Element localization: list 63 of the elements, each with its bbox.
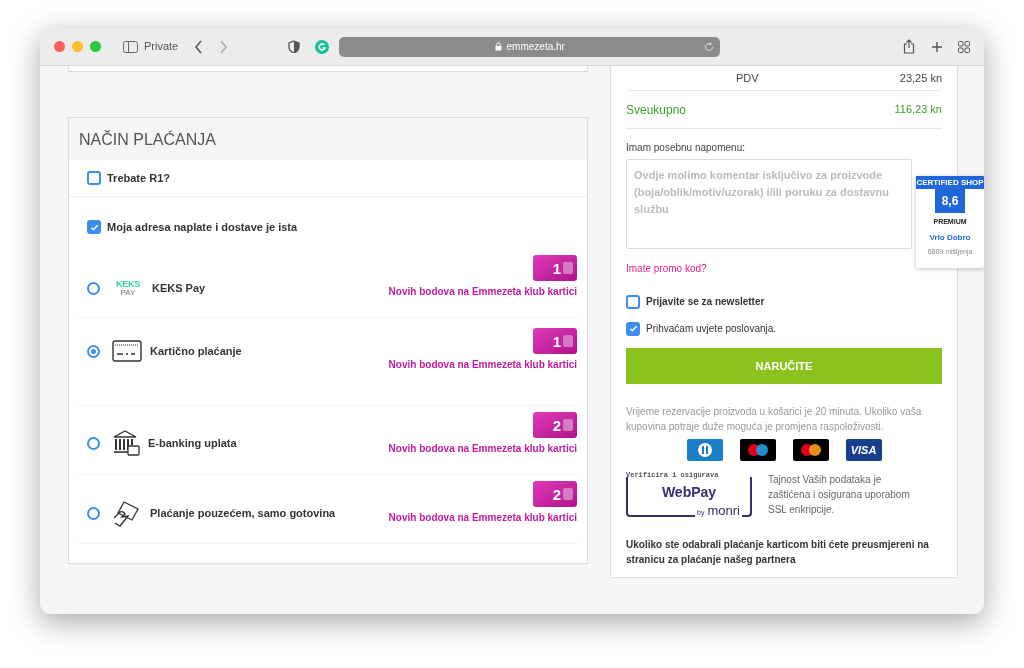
lock-icon [494, 42, 502, 51]
section-title: NAČIN PLAĆANJA [79, 129, 216, 150]
badge-score: 8,6 [935, 189, 965, 213]
shield-icon[interactable] [288, 40, 301, 53]
payment-method-label: E-banking uplata [148, 435, 237, 451]
maestro-card-logo [739, 439, 776, 461]
tab-overview-icon[interactable] [958, 40, 970, 53]
url-text: emmezeta.hr [506, 40, 565, 54]
badge-header: CERTIFIED SHOP [916, 176, 984, 189]
redirect-note: Ukoliko ste odabrali plaćanje karticom biti ćete preusmjereni na stranicu za plaćanje našeg partnera [626, 538, 930, 567]
credit-card-icon [112, 340, 142, 362]
note-textarea[interactable]: Ovdje molimo komentar isključivo za proizvode (boja/oblik/motiv/uzorak) i/ili poruku za dostavnu službu [626, 159, 912, 249]
radio-button[interactable] [87, 506, 100, 520]
forward-icon[interactable] [218, 39, 229, 54]
keks-pay-logo: KEKS PAY [114, 280, 142, 297]
grammarly-icon[interactable] [315, 39, 330, 54]
checkbox[interactable] [87, 171, 101, 185]
private-label: Private [144, 39, 179, 55]
share-icon[interactable] [903, 39, 915, 54]
checkbox[interactable] [626, 321, 640, 336]
payment-method-label: Plaćanje pouzećem, samo gotovina [150, 505, 336, 521]
checkmark-icon [628, 324, 638, 333]
mastercard-card-logo [792, 439, 829, 461]
points-caption: Novih bodova na Emmezeta klub kartici [388, 511, 577, 525]
vat-label: PDV [736, 70, 759, 86]
total-value: 116,23 kn [894, 102, 942, 118]
checkbox-label: Moja adresa naplate i dostave je ista [107, 219, 298, 235]
back-icon[interactable] [194, 39, 205, 54]
total-label: Sveukupno [626, 101, 687, 119]
order-button[interactable]: NARUČITE [626, 348, 942, 384]
checkbox[interactable] [87, 220, 101, 234]
payment-method-label: Kartično plaćanje [150, 343, 242, 359]
address-bar[interactable]: emmezeta.hr [339, 36, 721, 57]
vat-value: 23,25 kn [899, 70, 942, 86]
radio-button[interactable] [87, 282, 100, 295]
rating-label: Vrlo Dobro [929, 231, 971, 244]
reload-icon[interactable] [704, 41, 715, 52]
checkbox-label: Prijavite se za newsletter [646, 295, 765, 309]
checkmark-icon [89, 222, 99, 232]
reservation-note: Vrijeme rezervacije proizvoda u košarici je 20 minuta. Ukoliko vaša kupovina potraje duže moguća je promjena raspoloživosti. [626, 405, 923, 434]
checkbox[interactable] [626, 294, 640, 309]
security-note: Tajnost Vaših podataka je zaštićena i osigurana uporabom SSL enkripcije. [768, 473, 911, 517]
bank-building-icon [112, 429, 140, 457]
maximize-window-button[interactable] [90, 41, 101, 52]
points-caption: Novih bodova na Emmezeta klub kartici [388, 442, 577, 456]
radio-button[interactable] [87, 344, 100, 358]
club-card-points: 1 [533, 328, 577, 354]
checkbox-label: Prihvaćam uvjete poslovanja. [646, 322, 777, 336]
radio-button[interactable] [87, 436, 100, 450]
club-card-points: 2 [533, 481, 577, 507]
checkbox-label: Trebate R1? [107, 170, 170, 186]
points-caption: Novih bodova na Emmezeta klub kartici [388, 358, 577, 372]
close-window-button[interactable] [54, 41, 65, 52]
sidebar-icon[interactable] [123, 40, 138, 53]
diners-card-logo [686, 439, 723, 461]
club-card-points: 2 [533, 412, 577, 438]
club-card-points: 1 [533, 255, 577, 281]
promo-code-link[interactable]: Imate promo kod? [626, 261, 707, 276]
note-label: Imam posebnu napomenu: [626, 141, 746, 155]
points-caption: Novih bodova na Emmezeta klub kartici [388, 285, 577, 299]
new-tab-icon[interactable] [931, 40, 943, 53]
payment-method-label: KEKS Pay [152, 281, 206, 297]
visa-card-logo: VISA [845, 439, 882, 461]
